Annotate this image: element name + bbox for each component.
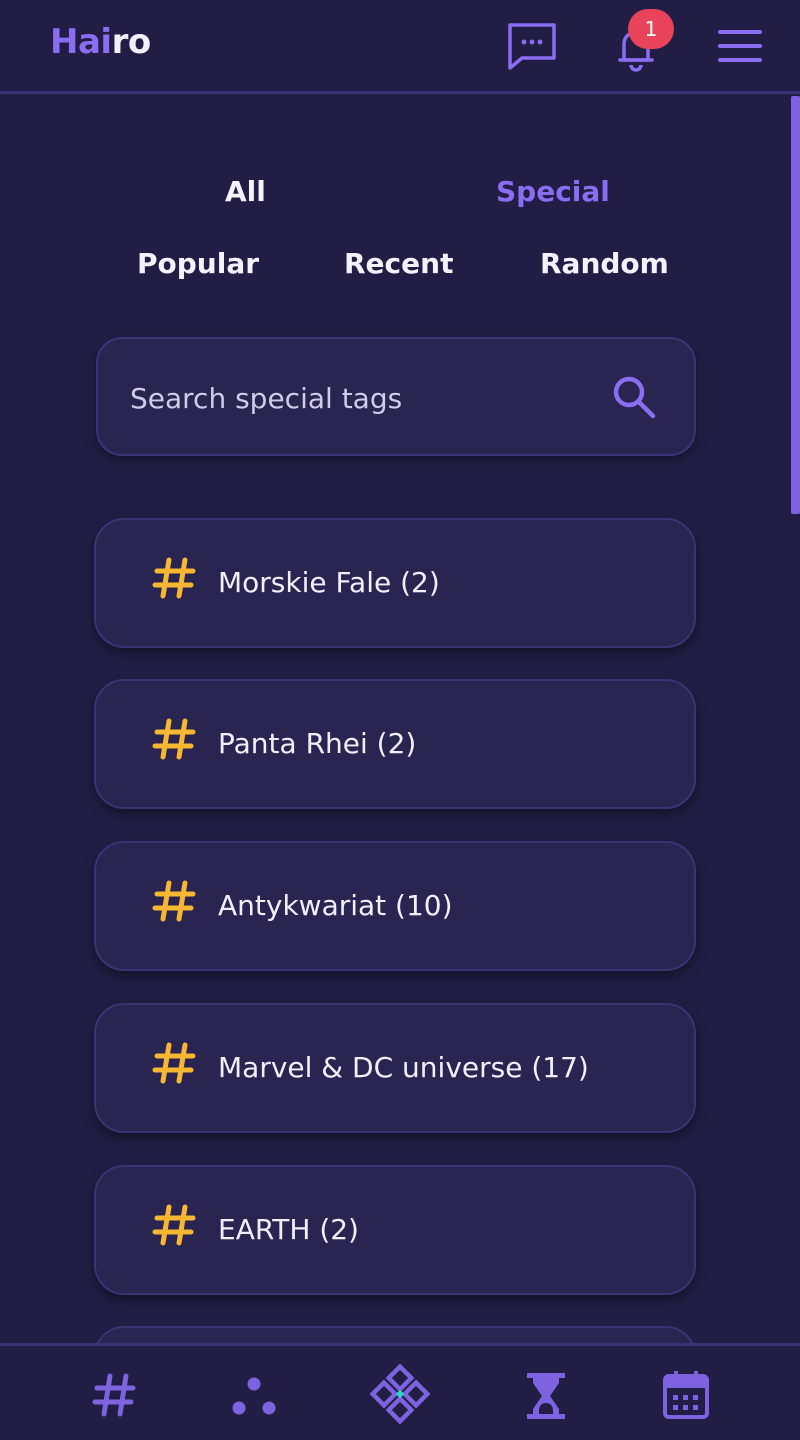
tab-all[interactable]: All [225,175,266,208]
tag-card[interactable]: Panta Rhei (2) [94,679,696,809]
app-root: Hairo 1 All Special Popular Recent Rando… [0,0,800,1440]
dots-icon [232,1377,276,1415]
tab-recent[interactable]: Recent [344,247,453,280]
tag-card[interactable]: Antykwariat (10) [94,841,696,971]
nav-dots[interactable] [230,1376,278,1422]
nav-calendar[interactable] [662,1370,710,1424]
search-box [96,337,696,456]
calendar-icon [663,1371,709,1419]
nav-history[interactable] [524,1371,568,1425]
search-icon[interactable] [610,373,658,421]
logo-part-1: Hai [50,22,112,62]
tab-popular[interactable]: Popular [137,247,259,280]
nav-home[interactable] [368,1363,432,1432]
tag-label: Antykwariat (10) [218,889,453,922]
hashtag-icon [152,557,196,599]
hashtag-icon [152,1204,196,1246]
scrollbar[interactable] [791,96,800,514]
bottom-nav [0,1343,800,1440]
tag-label: Marvel & DC universe (17) [218,1051,589,1084]
logo[interactable]: Hairo [50,22,151,62]
chat-icon [508,23,556,70]
tag-card[interactable]: Marvel & DC universe (17) [94,1003,696,1133]
tab-random[interactable]: Random [540,247,669,280]
menu-button[interactable] [716,28,764,64]
tag-card[interactable]: EARTH (2) [94,1165,696,1295]
top-header: Hairo 1 [0,0,800,94]
hourglass-icon [527,1373,565,1419]
hashtag-icon [152,880,196,922]
diamond-grid-icon [369,1363,431,1425]
notification-badge: 1 [628,9,674,49]
tag-label: EARTH (2) [218,1213,359,1246]
nav-tags[interactable] [92,1372,136,1422]
hashtag-icon [152,1042,196,1084]
hamburger-icon [718,30,762,62]
tag-card[interactable]: Morskie Fale (2) [94,518,696,648]
hashtag-icon [92,1373,136,1417]
hashtag-icon [152,718,196,760]
tag-label: Panta Rhei (2) [218,727,417,760]
tag-label: Morskie Fale (2) [218,566,440,599]
tab-special[interactable]: Special [496,175,610,208]
search-input[interactable] [130,375,590,421]
logo-part-2: ro [111,22,152,62]
messages-button[interactable] [506,22,558,70]
